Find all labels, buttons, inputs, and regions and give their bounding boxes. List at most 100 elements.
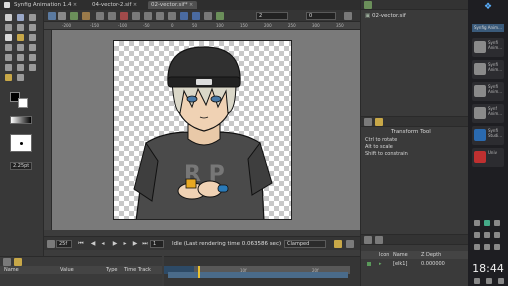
render-icon[interactable]: [48, 12, 56, 20]
gradient-swatch[interactable]: [10, 116, 32, 124]
star-tool-icon[interactable]: [17, 34, 24, 41]
zoom-icon[interactable]: [144, 12, 152, 20]
tab-vector-2[interactable]: 04-vector-2.sif×: [92, 1, 138, 9]
prev-keyframe-icon[interactable]: ◀: [90, 241, 96, 247]
layer-icon[interactable]: [156, 12, 164, 20]
horizontal-ruler: -200 -150 -100 -50 0 50 100 150 200 250 …: [44, 22, 360, 30]
gradient-tool-icon[interactable]: [5, 44, 12, 51]
sets-tab-icon[interactable]: [375, 236, 383, 244]
quality-icon[interactable]: [132, 12, 140, 20]
tray-icon[interactable]: [494, 232, 500, 238]
sketch-tool-icon[interactable]: [29, 64, 36, 71]
onion-skin-icon[interactable]: [70, 12, 78, 20]
tool-options-tab-icon[interactable]: [364, 118, 372, 126]
params-tab-icon[interactable]: [3, 258, 11, 266]
tray-icon[interactable]: [474, 244, 480, 250]
dock-item[interactable]: Synf Anim...: [472, 104, 504, 123]
dock-item[interactable]: Synfi Studi...: [472, 126, 504, 145]
scale-tool-icon[interactable]: [29, 14, 36, 21]
animation-mode-icon[interactable]: [47, 240, 55, 248]
more-icon[interactable]: [344, 12, 352, 20]
snap-icon[interactable]: [108, 12, 116, 20]
tray-icon[interactable]: [494, 220, 500, 226]
brush-preview[interactable]: [10, 134, 32, 152]
interpolation-select[interactable]: Clamped: [284, 240, 326, 248]
fill-color-swatch[interactable]: [18, 98, 28, 108]
tab-vector-active[interactable]: 02-vector.sif*×: [148, 1, 197, 9]
timetrack-bar[interactable]: [168, 272, 348, 278]
navigator-tab-icon[interactable]: [375, 118, 383, 126]
close-icon[interactable]: ×: [133, 3, 138, 8]
tray-icon[interactable]: [484, 244, 490, 250]
keyframe-lock-icon[interactable]: [334, 240, 342, 248]
rotate-tool-icon[interactable]: [5, 24, 12, 31]
canvas[interactable]: R P: [113, 40, 292, 220]
col-timetrack: Time Track: [124, 267, 151, 273]
next-frame-icon[interactable]: ▸: [122, 241, 128, 247]
next-keyframe-icon[interactable]: ▶: [132, 241, 138, 247]
canvas-browser-item[interactable]: ▣ 02-vector.sif: [365, 13, 406, 19]
rectangle-tool-icon[interactable]: [5, 34, 12, 41]
text-tool-icon[interactable]: [17, 64, 24, 71]
prev-frame-icon[interactable]: ◂: [100, 241, 106, 247]
tray-icon[interactable]: [484, 220, 490, 226]
tray-icon[interactable]: [474, 220, 480, 226]
spline-tool-icon[interactable]: [17, 44, 24, 51]
tray-icon[interactable]: [494, 244, 500, 250]
onion-spinner[interactable]: 0: [306, 12, 336, 20]
bone-icon[interactable]: [192, 12, 200, 20]
options-icon[interactable]: [216, 12, 224, 20]
dock-item[interactable]: Synfi Anim...: [472, 38, 504, 57]
seek-end-icon[interactable]: ⏭: [142, 241, 148, 247]
layers-tab-icon[interactable]: [364, 236, 372, 244]
time-cursor[interactable]: [198, 266, 200, 278]
layer-row[interactable]: ▸ [elk1] 0.000000: [361, 260, 469, 268]
fill-tool-icon[interactable]: [29, 54, 36, 61]
play-icon[interactable]: ▶: [112, 241, 118, 247]
tray-icon[interactable]: [486, 278, 492, 284]
smooth-move-tool-icon[interactable]: [17, 14, 24, 21]
close-icon[interactable]: ×: [72, 3, 77, 8]
close-icon[interactable]: ×: [189, 3, 194, 8]
menu-icon[interactable]: [4, 2, 10, 8]
sketch-icon[interactable]: [204, 12, 212, 20]
transform-tool-icon[interactable]: [5, 14, 12, 21]
dock-item[interactable]: Synfi Anim...: [472, 82, 504, 101]
tray-icon[interactable]: [484, 232, 490, 238]
dock-header[interactable]: Synfig Anim...: [472, 24, 504, 32]
polygon-tool-icon[interactable]: [29, 34, 36, 41]
canvas-browser-tab-icon[interactable]: [364, 1, 372, 9]
width-tool-icon[interactable]: [17, 54, 24, 61]
circle-tool-icon[interactable]: [29, 24, 36, 31]
background-icon[interactable]: [82, 12, 90, 20]
brush-tool-icon[interactable]: [5, 74, 12, 81]
grid-icon[interactable]: [96, 12, 104, 20]
tray-icon[interactable]: [474, 232, 480, 238]
ruler-label: 0: [171, 23, 174, 28]
mirror-tool-icon[interactable]: [17, 24, 24, 31]
tray-icon[interactable]: [474, 278, 480, 284]
tray-icon[interactable]: [498, 278, 504, 284]
eyedrop-tool-icon[interactable]: [5, 64, 12, 71]
layer-checkbox-icon[interactable]: [367, 262, 371, 266]
library-tab-icon[interactable]: [14, 258, 22, 266]
quality-spinner[interactable]: 2: [256, 12, 288, 20]
preview-icon[interactable]: [58, 12, 66, 20]
toggle-icon[interactable]: [346, 240, 354, 248]
seek-begin-icon[interactable]: ⏮: [78, 241, 84, 247]
cutout-tool-icon[interactable]: [5, 54, 12, 61]
brush-size-field[interactable]: 2.25pt: [10, 162, 32, 170]
draw-icon[interactable]: [180, 12, 188, 20]
camera-icon[interactable]: [168, 12, 176, 20]
current-time-field[interactable]: 25f: [56, 240, 72, 248]
dock-item[interactable]: Synfi Anim...: [472, 60, 504, 79]
draw-tool-icon[interactable]: [29, 44, 36, 51]
tab-app[interactable]: Synfig Animation 1.4×: [14, 1, 77, 9]
dock-item[interactable]: Univ: [472, 148, 504, 167]
zoom-tool-icon[interactable]: [17, 74, 24, 81]
tool-title: Transform Tool: [391, 129, 431, 135]
clock[interactable]: 18:44: [468, 262, 508, 275]
end-time-field[interactable]: 1: [150, 240, 164, 248]
guides-icon[interactable]: [120, 12, 128, 20]
timetrack-panel[interactable]: 10f 20f: [164, 256, 360, 286]
